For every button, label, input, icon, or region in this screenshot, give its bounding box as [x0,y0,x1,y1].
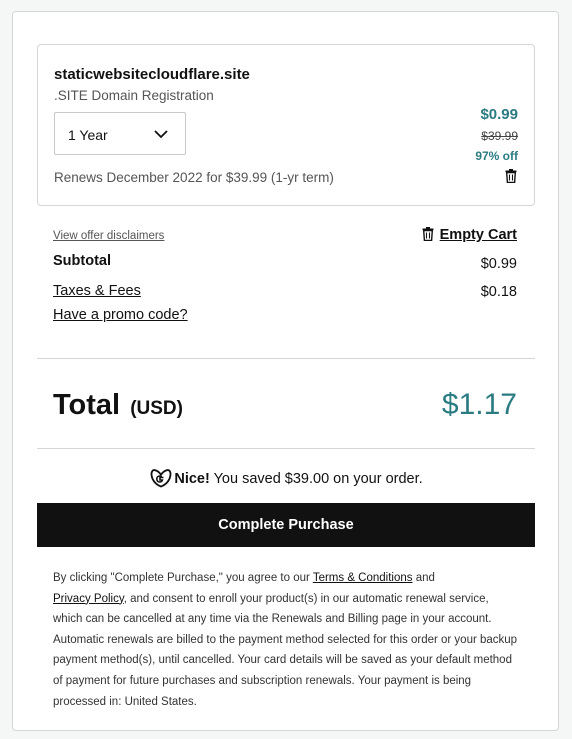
promo-code-link[interactable]: Have a promo code? [53,307,188,323]
item-product-type: .SITE Domain Registration [54,88,214,103]
subtotal-value: $0.99 [480,256,517,272]
legal-text-3: , and consent to enroll your product(s) … [53,592,518,708]
taxes-fees-link[interactable]: Taxes & Fees [53,283,141,299]
complete-purchase-button[interactable]: Complete Purchase [37,503,535,547]
item-discount: 97% off [475,149,518,163]
terms-conditions-link[interactable]: Terms & Conditions [313,572,413,584]
trash-icon [422,227,434,242]
empty-cart-label: Empty Cart [439,227,517,243]
legal-text-2: and [412,572,435,584]
total-value: $1.17 [441,388,517,421]
view-offer-disclaimers-link[interactable]: View offer disclaimers [53,230,164,242]
divider [37,448,535,449]
savings-text: You saved $39.00 on your order. [209,471,423,487]
term-select[interactable]: 1 Year [54,112,186,155]
privacy-policy-link[interactable]: Privacy Policy [53,593,124,605]
trash-icon[interactable] [505,169,517,183]
total-label-text: Total [53,389,121,421]
item-domain-name: staticwebsitecloudflare.site [54,66,250,83]
chevron-down-icon [154,130,168,139]
item-price: $0.99 [480,106,518,123]
legal-disclaimer: By clicking "Complete Purchase," you agr… [53,568,521,712]
total-label: Total (USD) [53,389,183,422]
savings-message: Nice! You saved $39.00 on your order. [13,468,560,488]
total-currency: (USD) [130,398,183,419]
divider [37,358,535,359]
item-original-price: $39.99 [481,129,518,143]
subtotal-label: Subtotal [53,253,111,269]
godaddy-logo-icon [150,469,172,488]
cart-item: staticwebsitecloudflare.site .SITE Domai… [37,44,535,206]
renewal-info: Renews December 2022 for $39.99 (1-yr te… [54,170,334,185]
term-select-value: 1 Year [68,127,108,143]
legal-text-1: By clicking "Complete Purchase," you agr… [53,572,313,584]
taxes-fees-value: $0.18 [480,284,517,300]
cart-summary-card: staticwebsitecloudflare.site .SITE Domai… [12,11,559,731]
empty-cart-button[interactable]: Empty Cart [422,227,517,243]
savings-nice: Nice! [174,471,210,487]
